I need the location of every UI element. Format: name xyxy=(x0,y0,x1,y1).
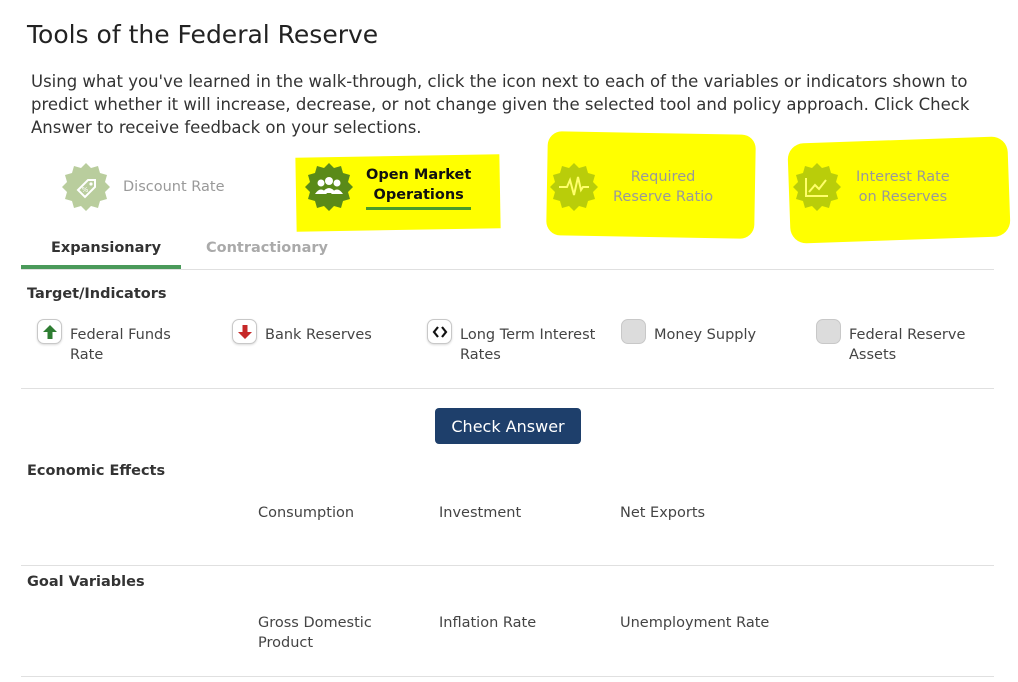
goal-variables-heading: Goal Variables xyxy=(27,574,145,590)
indicator-label: Money Supply xyxy=(654,327,757,343)
tool-interest-rate-on-reserves[interactable]: Interest Rate on Reserves xyxy=(792,162,950,212)
indicators-divider xyxy=(21,388,994,389)
left-right-arrows-icon[interactable] xyxy=(427,319,452,344)
tag-percent-icon: % xyxy=(62,163,110,211)
tool-label-required-reserve-line2: Reserve Ratio xyxy=(613,189,714,205)
effect-investment: Investment xyxy=(439,505,522,521)
tool-label-open-market-line1: Open Market xyxy=(366,166,472,183)
people-group-icon xyxy=(305,163,353,211)
svg-text:%: % xyxy=(82,186,89,194)
tool-label-discount-rate: Discount Rate xyxy=(123,179,225,195)
line-chart-icon xyxy=(793,163,841,211)
tab-contractionary[interactable]: Contractionary xyxy=(206,240,328,256)
effect-net-exports: Net Exports xyxy=(620,505,706,521)
arrow-down-icon[interactable] xyxy=(232,319,257,344)
indicator-label: Federal Funds xyxy=(70,327,171,343)
blank-square-icon[interactable] xyxy=(621,319,646,344)
tab-expansionary[interactable]: Expansionary xyxy=(51,240,161,256)
tool-label-interest-reserves-line1: Interest Rate xyxy=(856,169,950,185)
indicator-bank-reserves[interactable]: Bank Reserves xyxy=(232,319,372,345)
effect-consumption: Consumption xyxy=(258,505,355,521)
tool-label-required-reserve-line1: Required xyxy=(630,169,696,185)
indicator-label: Bank Reserves xyxy=(265,327,372,343)
tabs-divider xyxy=(21,269,994,270)
bottom-divider xyxy=(21,676,994,677)
blank-square-icon[interactable] xyxy=(816,319,841,344)
indicator-money-supply[interactable]: Money Supply xyxy=(621,319,756,345)
indicator-federal-funds-rate[interactable]: Federal Funds Rate xyxy=(37,319,171,365)
page-title: Tools of the Federal Reserve xyxy=(27,20,379,49)
instructions-text: Using what you've learned in the walk-th… xyxy=(31,72,970,137)
tool-label-interest-reserves-line2: on Reserves xyxy=(858,189,948,205)
indicator-long-term-interest-rates[interactable]: Long Term Interest Rates xyxy=(427,319,595,365)
goal-unemployment-rate: Unemployment Rate xyxy=(620,615,770,631)
indicators-heading: Target/Indicators xyxy=(27,286,167,302)
goal-label: Product xyxy=(258,635,314,651)
tool-open-market-operations[interactable]: Open Market Operations xyxy=(304,162,472,212)
tool-required-reserve-ratio[interactable]: Required Reserve Ratio xyxy=(549,162,713,212)
goal-label: Gross Domestic xyxy=(258,615,372,631)
indicator-label: Federal Reserve xyxy=(849,327,966,343)
effects-divider xyxy=(21,565,994,566)
indicator-label: Assets xyxy=(849,347,897,363)
indicator-label: Rates xyxy=(460,347,501,363)
indicator-label: Long Term Interest xyxy=(460,327,596,343)
tool-discount-rate[interactable]: % Discount Rate xyxy=(61,162,225,212)
economic-effects-heading: Economic Effects xyxy=(27,463,166,479)
indicator-federal-reserve-assets[interactable]: Federal Reserve Assets xyxy=(816,319,965,365)
check-answer-button[interactable]: Check Answer xyxy=(435,408,581,444)
goal-gdp: Gross Domestic Product xyxy=(258,613,372,653)
indicator-label: Rate xyxy=(70,347,104,363)
tool-label-open-market-line2: Operations xyxy=(373,186,464,203)
heartbeat-pulse-icon xyxy=(550,163,598,211)
active-tool-underline xyxy=(366,206,472,210)
arrow-up-icon[interactable] xyxy=(37,319,62,344)
goal-inflation-rate: Inflation Rate xyxy=(439,615,537,631)
